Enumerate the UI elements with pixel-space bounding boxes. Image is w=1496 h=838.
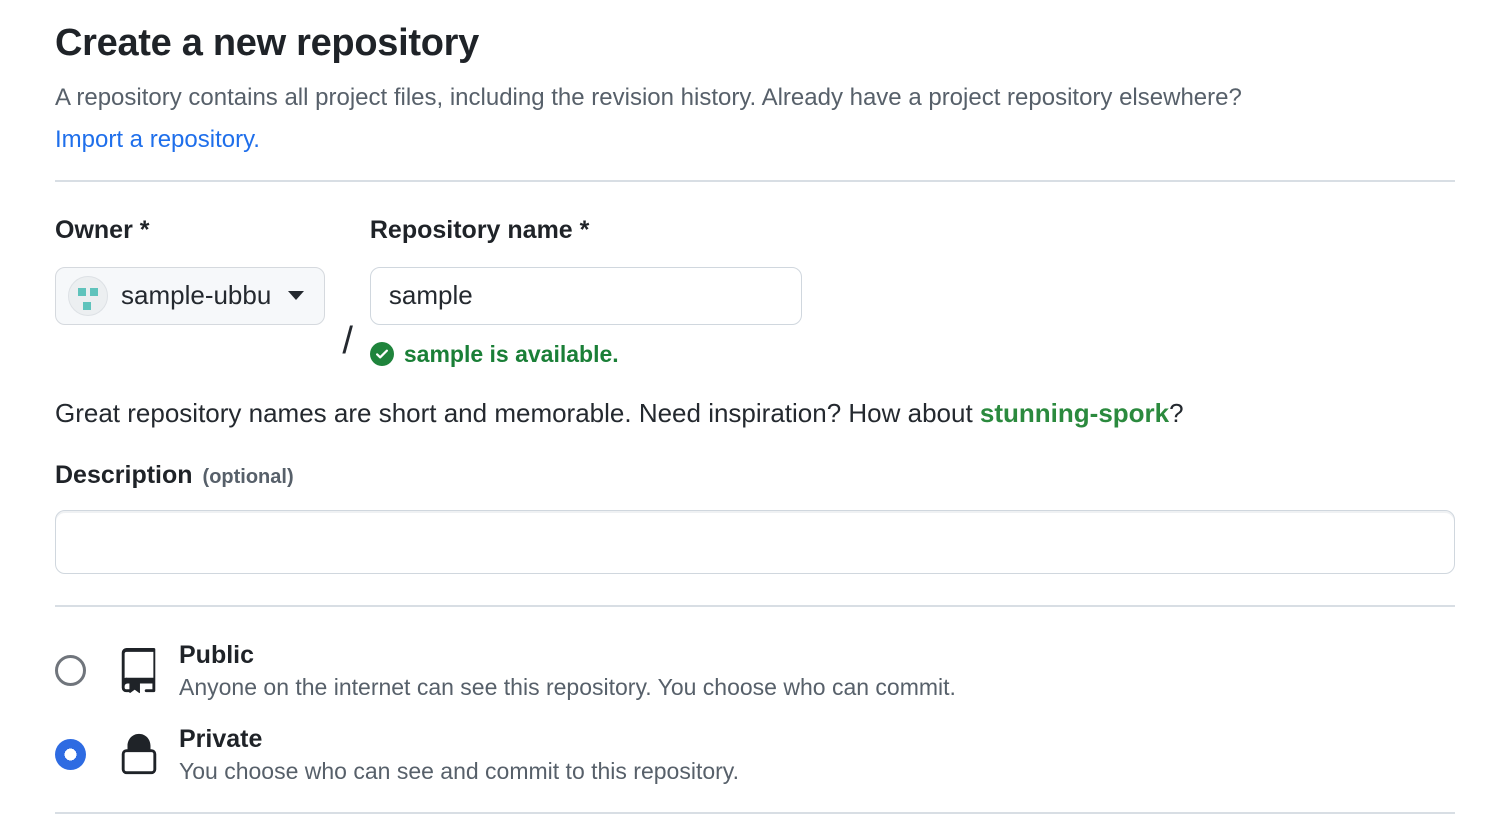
public-option-description: Anyone on the internet can see this repo…: [179, 674, 956, 701]
suggested-repo-name: stunning-spork: [980, 398, 1169, 428]
divider: [55, 180, 1455, 182]
description-input[interactable]: [55, 510, 1455, 574]
repo-name-field: Repository name * sample is available.: [370, 216, 802, 368]
slash-separator: /: [342, 312, 353, 370]
public-option-label: Public: [179, 641, 956, 670]
owner-label: Owner *: [55, 216, 325, 245]
create-repository-page: Create a new repository A repository con…: [0, 0, 1496, 814]
owner-repo-row: Owner * sample-ubbu / Repository name * …: [55, 216, 1455, 368]
divider: [55, 605, 1455, 607]
description-label: Description: [55, 461, 193, 490]
description-block: Description (optional): [55, 461, 1455, 574]
repo-icon: [116, 648, 162, 694]
divider: [55, 812, 1455, 814]
private-radio[interactable]: [55, 739, 86, 770]
owner-field: Owner * sample-ubbu: [55, 216, 325, 325]
owner-name: sample-ubbu: [121, 280, 271, 311]
owner-avatar: [68, 276, 108, 316]
availability-text: sample is available.: [404, 341, 619, 368]
private-option-label: Private: [179, 725, 739, 754]
import-repository-link[interactable]: Import a repository.: [55, 126, 260, 154]
lock-icon: [116, 732, 162, 778]
repo-name-input[interactable]: [370, 267, 802, 325]
page-title: Create a new repository: [55, 22, 1455, 65]
intro-text: A repository contains all project files,…: [55, 81, 1455, 116]
owner-select-button[interactable]: sample-ubbu: [55, 267, 325, 325]
availability-status: sample is available.: [370, 341, 802, 368]
suggestion-before: Great repository names are short and mem…: [55, 398, 980, 428]
suggestion-text: Great repository names are short and mem…: [55, 398, 1455, 429]
visibility-option-private[interactable]: Private You choose who can see and commi…: [55, 725, 1455, 785]
check-circle-icon: [370, 342, 394, 366]
public-radio[interactable]: [55, 655, 86, 686]
description-optional-note: (optional): [203, 466, 294, 489]
visibility-options: Public Anyone on the internet can see th…: [55, 641, 1455, 785]
visibility-option-public[interactable]: Public Anyone on the internet can see th…: [55, 641, 1455, 701]
private-option-description: You choose who can see and commit to thi…: [179, 758, 739, 785]
chevron-down-icon: [288, 291, 304, 300]
suggestion-after: ?: [1169, 398, 1183, 428]
repo-name-label: Repository name *: [370, 216, 802, 245]
